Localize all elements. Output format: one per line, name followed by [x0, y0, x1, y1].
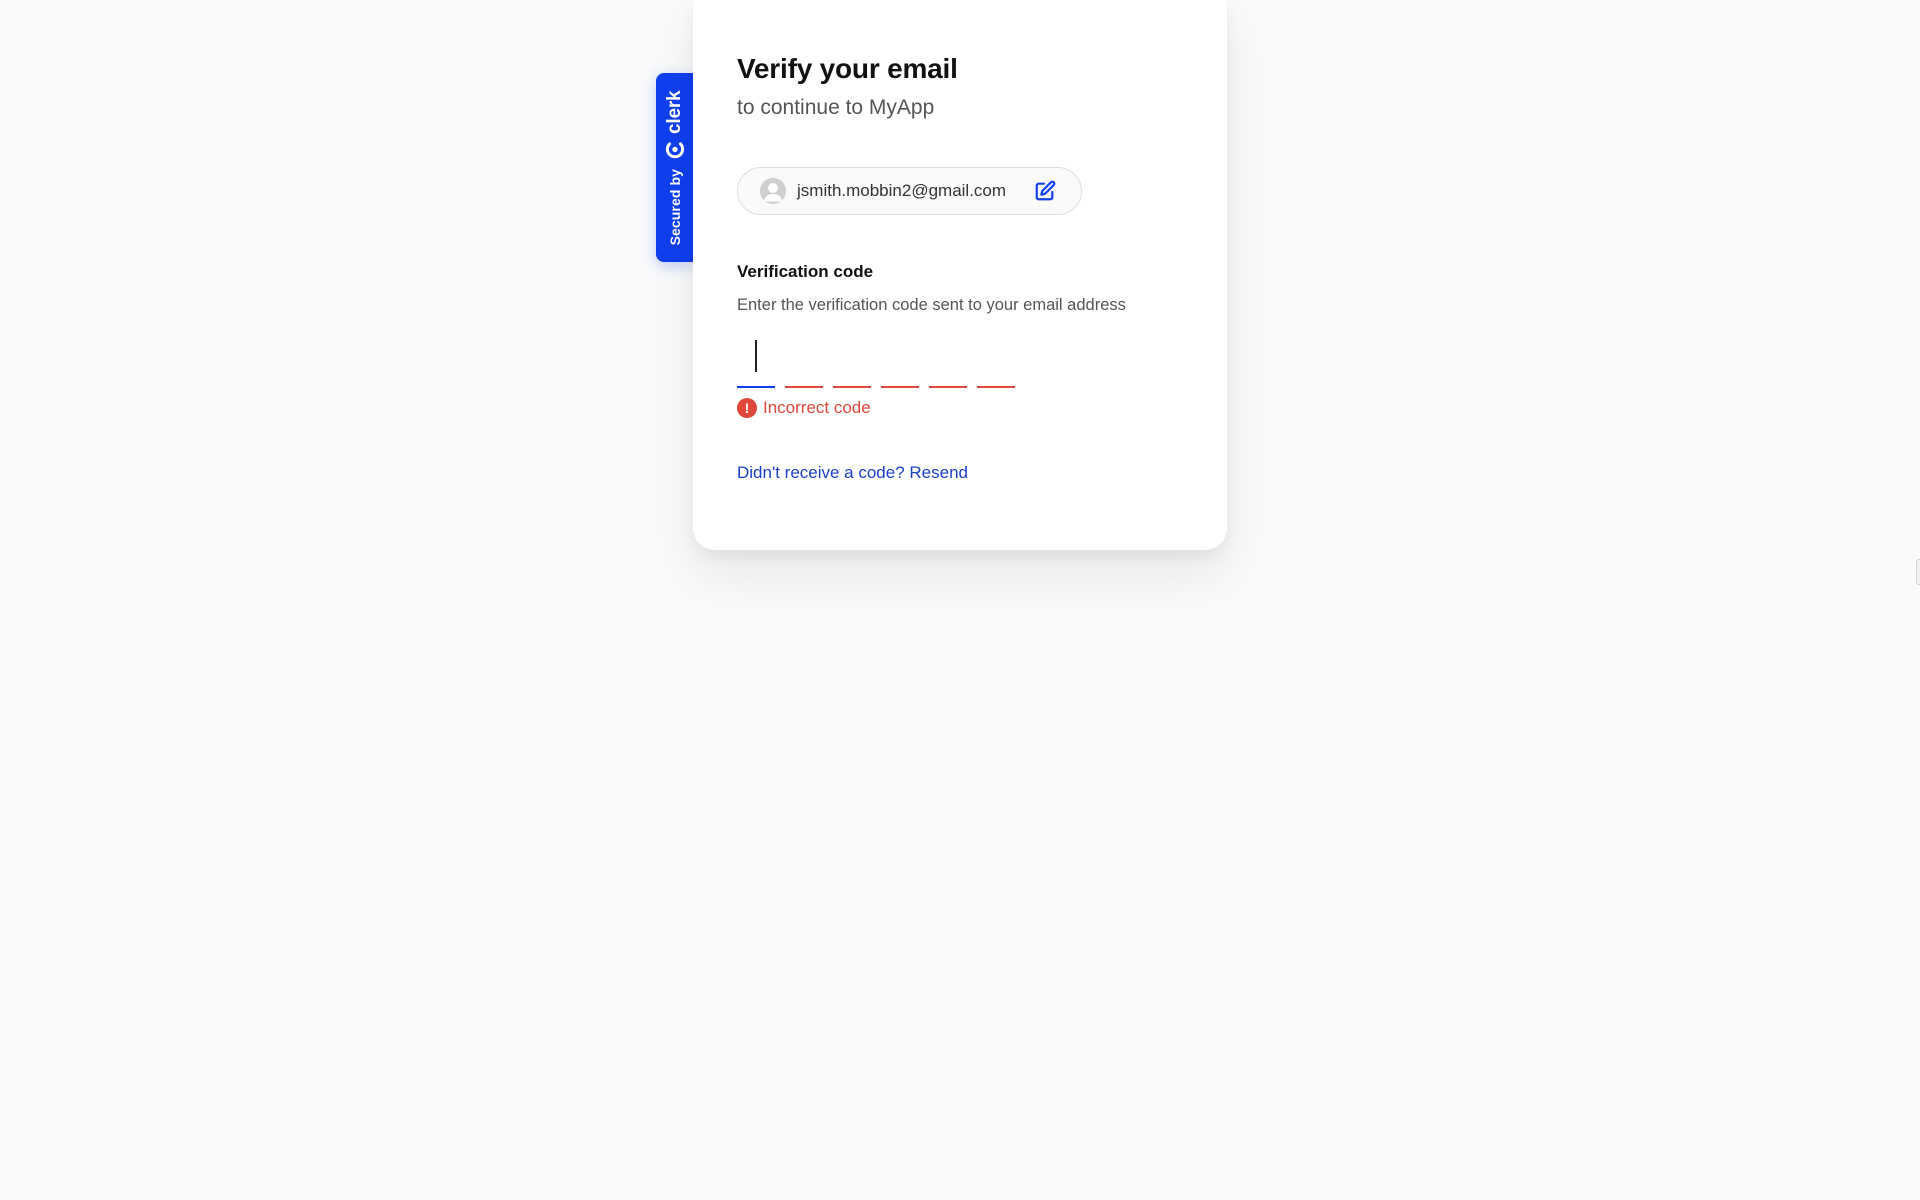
otp-digit-4[interactable] — [881, 334, 919, 388]
error-message: ! Incorrect code — [737, 398, 871, 418]
scroll-handle[interactable] — [1916, 559, 1920, 585]
verification-code-label: Verification code — [737, 262, 874, 281]
verify-email-card: Verify your email to continue to MyApp j… — [693, 0, 1227, 550]
exclamation-circle-icon: ! — [737, 398, 757, 418]
clerk-logo: clerk — [664, 90, 686, 158]
page: Secured by clerk Verify your email to co… — [0, 0, 1920, 1200]
edit-email-button[interactable] — [1033, 179, 1057, 203]
otp-digit-2[interactable] — [785, 334, 823, 388]
card-title: Verify your email — [737, 53, 958, 84]
text-caret — [755, 340, 757, 372]
clerk-logo-icon — [665, 141, 684, 158]
otp-digit-3[interactable] — [833, 334, 871, 388]
secured-by-clerk-badge[interactable]: Secured by clerk — [656, 73, 693, 262]
secured-by-label: Secured by — [666, 168, 683, 245]
otp-digit-5[interactable] — [929, 334, 967, 388]
card-subtitle: to continue to MyApp — [737, 96, 935, 119]
verification-code-hint: Enter the verification code sent to your… — [737, 296, 1126, 314]
edit-pencil-icon — [1035, 180, 1056, 201]
clerk-wordmark: clerk — [663, 90, 685, 134]
error-text: Incorrect code — [763, 398, 871, 417]
otp-digit-6[interactable] — [977, 334, 1015, 388]
secured-by-badge-content: Secured by clerk — [664, 90, 686, 245]
user-avatar-icon — [760, 178, 786, 204]
identity-email: jsmith.mobbin2@gmail.com — [797, 181, 1007, 200]
resend-code-link[interactable]: Didn't receive a code? Resend — [737, 463, 968, 483]
identity-preview: jsmith.mobbin2@gmail.com — [737, 167, 1082, 215]
otp-input-group — [737, 334, 1015, 388]
